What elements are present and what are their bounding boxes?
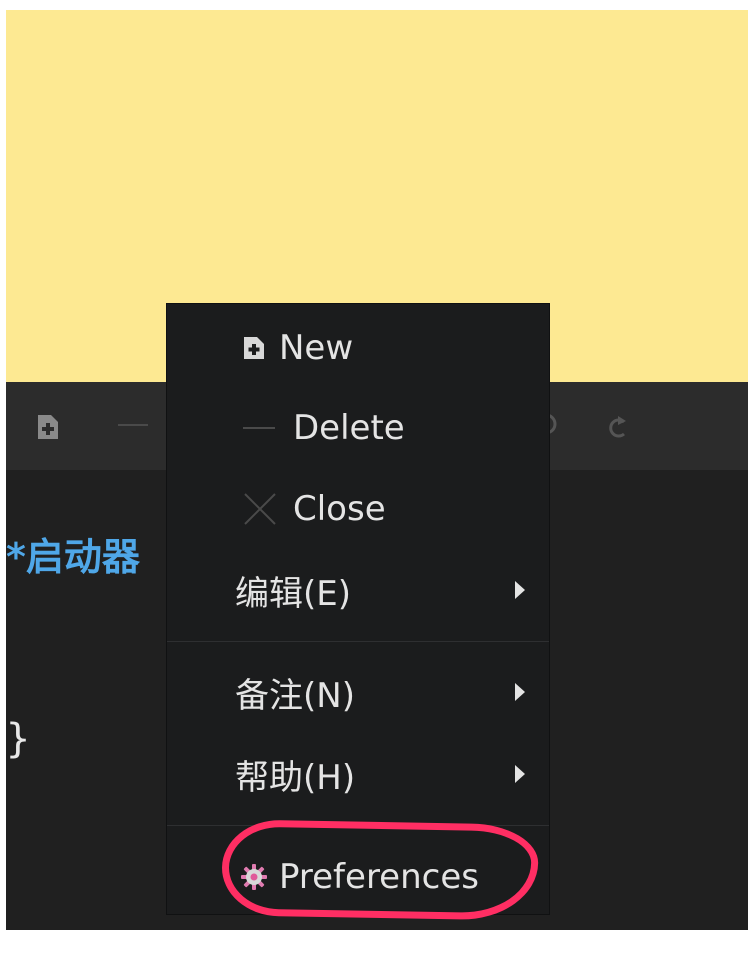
- menu-item-note[interactable]: 备注(N): [167, 652, 549, 732]
- menu-item-label: New: [279, 328, 354, 368]
- screenshot-stage: *启动器 } New Delete Close 编辑(E) 备注(N) 帮助(H…: [0, 0, 748, 954]
- submenu-arrow-icon: [515, 581, 525, 599]
- menu-separator: [167, 641, 549, 642]
- window-edge: [0, 930, 748, 954]
- toolbar-new-button[interactable]: [36, 414, 60, 440]
- menu-item-label: Close: [293, 489, 386, 529]
- submenu-arrow-icon: [515, 765, 525, 783]
- redo-icon: [609, 416, 626, 438]
- close-icon: [243, 492, 277, 526]
- minus-icon: [118, 424, 148, 426]
- menu-item-label: Preferences: [279, 857, 479, 897]
- menu-item-new[interactable]: New: [167, 308, 549, 388]
- toolbar-delete-button[interactable]: [118, 410, 148, 440]
- menu-item-preferences[interactable]: Preferences: [167, 837, 549, 917]
- toolbar-redo-button[interactable]: [604, 412, 630, 440]
- menu-item-label: 备注(N): [235, 675, 355, 716]
- new-note-icon: [38, 415, 58, 439]
- menu-item-edit[interactable]: 编辑(E): [167, 550, 549, 630]
- menu-separator: [167, 825, 549, 826]
- context-menu: New Delete Close 编辑(E) 备注(N) 帮助(H) Prefe…: [166, 303, 550, 915]
- menu-item-close[interactable]: Close: [167, 469, 549, 549]
- new-note-icon: [239, 333, 269, 363]
- note-title: *启动器: [6, 535, 140, 579]
- menu-item-label: Delete: [293, 408, 405, 448]
- gear-icon: [239, 862, 269, 892]
- menu-item-label: 帮助(H): [235, 757, 356, 798]
- code-brace: }: [6, 716, 31, 762]
- minus-icon: [243, 413, 277, 443]
- submenu-arrow-icon: [515, 683, 525, 701]
- menu-item-help[interactable]: 帮助(H): [167, 734, 549, 814]
- menu-item-label: 编辑(E): [235, 573, 352, 614]
- menu-item-delete[interactable]: Delete: [167, 388, 549, 468]
